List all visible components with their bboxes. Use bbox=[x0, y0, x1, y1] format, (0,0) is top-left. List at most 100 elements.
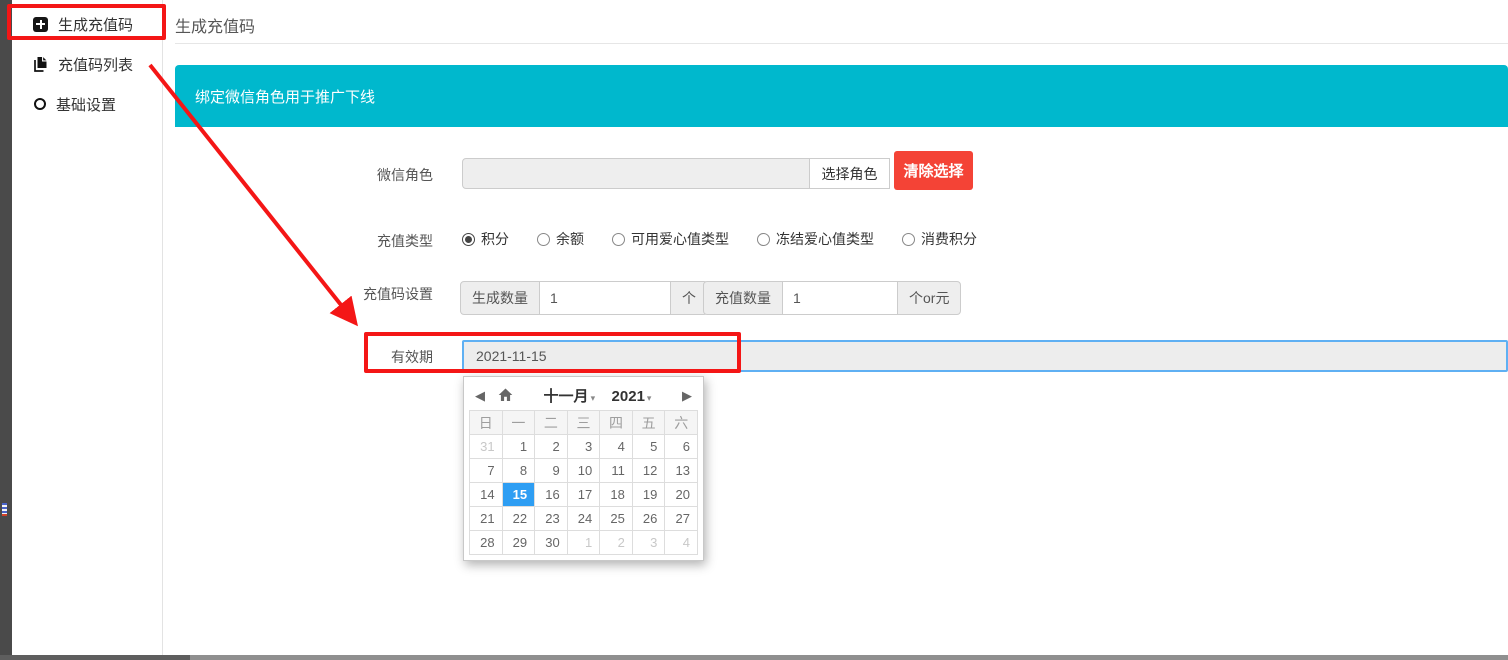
window-edge-strip bbox=[0, 0, 12, 660]
sidebar-item-label: 充值码列表 bbox=[58, 54, 133, 75]
calendar-day[interactable]: 22 bbox=[502, 507, 535, 531]
month-select[interactable]: 十一月 bbox=[544, 388, 589, 405]
calendar-day[interactable]: 10 bbox=[567, 459, 600, 483]
calendar-day[interactable]: 3 bbox=[567, 435, 600, 459]
radio-option-label: 积分 bbox=[481, 229, 509, 249]
panel-header: 绑定微信角色用于推广下线 bbox=[175, 65, 1508, 127]
sidebar-item-label: 基础设置 bbox=[56, 94, 116, 115]
calendar-day[interactable]: 20 bbox=[665, 483, 698, 507]
year-select[interactable]: 2021 bbox=[612, 388, 645, 405]
radio-icon[interactable] bbox=[757, 233, 770, 246]
calendar-week-row: 2829301234 bbox=[470, 531, 698, 555]
radio-icon[interactable] bbox=[902, 233, 915, 246]
wechat-role-label: 微信角色 bbox=[281, 165, 433, 185]
radio-checked-icon[interactable] bbox=[462, 233, 475, 246]
calendar-day[interactable]: 2 bbox=[600, 531, 633, 555]
prev-month-icon[interactable]: ◀ bbox=[475, 389, 485, 402]
calendar-day[interactable]: 2 bbox=[535, 435, 568, 459]
calendar-month-year: 十一月▾ 2021▾ bbox=[513, 385, 682, 406]
weekday-cell: 一 bbox=[502, 411, 535, 435]
calendar-day[interactable]: 4 bbox=[665, 531, 698, 555]
calendar-day[interactable]: 11 bbox=[600, 459, 633, 483]
weekday-cell: 六 bbox=[665, 411, 698, 435]
radio-option-points[interactable]: 积分 bbox=[462, 229, 509, 249]
generate-qty-group: 生成数量 个 bbox=[460, 281, 708, 315]
validity-date-input[interactable] bbox=[462, 340, 1508, 372]
calendar-day[interactable]: 21 bbox=[470, 507, 503, 531]
recharge-qty-input[interactable] bbox=[782, 281, 898, 315]
recharge-qty-addon-label: 充值数量 bbox=[703, 281, 783, 315]
sidebar-item-code-list[interactable]: 充值码列表 bbox=[12, 48, 162, 80]
calendar-day[interactable]: 16 bbox=[535, 483, 568, 507]
calendar-day[interactable]: 8 bbox=[502, 459, 535, 483]
sidebar: 生成充值码 充值码列表 基础设置 bbox=[12, 0, 163, 655]
calendar-day[interactable]: 31 bbox=[470, 435, 503, 459]
calendar-grid-body: 3112345678910111213141516171819202122232… bbox=[470, 435, 698, 555]
calendar-day[interactable]: 13 bbox=[665, 459, 698, 483]
radio-option-label: 冻结爱心值类型 bbox=[776, 229, 874, 249]
radio-icon[interactable] bbox=[537, 233, 550, 246]
chevron-down-icon[interactable]: ▾ bbox=[591, 393, 596, 403]
calendar-day[interactable]: 3 bbox=[632, 531, 665, 555]
calendar-weekday-row: 日一二三四五六 bbox=[470, 411, 698, 435]
radio-option-balance[interactable]: 余额 bbox=[537, 229, 584, 249]
calendar-day-selected[interactable]: 15 bbox=[502, 483, 535, 507]
code-settings-label: 充值码设置 bbox=[281, 284, 433, 304]
radio-option-label: 消费积分 bbox=[921, 229, 977, 249]
calendar-day[interactable]: 1 bbox=[502, 435, 535, 459]
panel-title: 绑定微信角色用于推广下线 bbox=[175, 86, 375, 107]
next-month-icon[interactable]: ▶ bbox=[682, 389, 692, 402]
calendar-day[interactable]: 7 bbox=[470, 459, 503, 483]
calendar-header: ◀ 十一月▾ 2021▾ ▶ bbox=[469, 382, 698, 410]
select-role-button[interactable]: 选择角色 bbox=[809, 158, 890, 189]
sidebar-item-label: 生成充值码 bbox=[58, 14, 133, 35]
clear-selection-button[interactable]: 清除选择 bbox=[894, 151, 973, 190]
calendar-week-row: 21222324252627 bbox=[470, 507, 698, 531]
radio-option-frozen-love-value[interactable]: 冻结爱心值类型 bbox=[757, 229, 874, 249]
chevron-down-icon[interactable]: ▾ bbox=[647, 393, 652, 403]
wechat-role-input[interactable] bbox=[462, 158, 810, 189]
generate-qty-input[interactable] bbox=[539, 281, 671, 315]
calendar-day[interactable]: 29 bbox=[502, 531, 535, 555]
calendar-day[interactable]: 27 bbox=[665, 507, 698, 531]
recharge-type-label: 充值类型 bbox=[281, 231, 433, 251]
edge-scroll-handle bbox=[2, 503, 7, 516]
date-picker-popup: ◀ 十一月▾ 2021▾ ▶ 日一二三四五六 31123456789101112… bbox=[463, 376, 704, 561]
sidebar-item-generate-code[interactable]: 生成充值码 bbox=[12, 8, 162, 40]
weekday-cell: 二 bbox=[535, 411, 568, 435]
calendar-day[interactable]: 14 bbox=[470, 483, 503, 507]
calendar-day[interactable]: 9 bbox=[535, 459, 568, 483]
calendar-day[interactable]: 12 bbox=[632, 459, 665, 483]
calendar-day[interactable]: 24 bbox=[567, 507, 600, 531]
weekday-cell: 日 bbox=[470, 411, 503, 435]
radio-option-label: 可用爱心值类型 bbox=[631, 229, 729, 249]
calendar-day[interactable]: 6 bbox=[665, 435, 698, 459]
calendar-day[interactable]: 25 bbox=[600, 507, 633, 531]
calendar-day[interactable]: 5 bbox=[632, 435, 665, 459]
calendar-week-row: 31123456 bbox=[470, 435, 698, 459]
calendar-day[interactable]: 23 bbox=[535, 507, 568, 531]
calendar-day[interactable]: 28 bbox=[470, 531, 503, 555]
copy-icon bbox=[33, 56, 48, 72]
calendar-day[interactable]: 17 bbox=[567, 483, 600, 507]
calendar-day[interactable]: 26 bbox=[632, 507, 665, 531]
calendar-day[interactable]: 1 bbox=[567, 531, 600, 555]
generate-qty-addon-label: 生成数量 bbox=[460, 281, 540, 315]
calendar-week-row: 78910111213 bbox=[470, 459, 698, 483]
radio-option-consume-points[interactable]: 消费积分 bbox=[902, 229, 977, 249]
radio-icon[interactable] bbox=[612, 233, 625, 246]
calendar-day[interactable]: 30 bbox=[535, 531, 568, 555]
window-bottom-edge bbox=[0, 655, 1508, 660]
sidebar-item-basic-settings[interactable]: 基础设置 bbox=[12, 88, 162, 120]
calendar-day[interactable]: 18 bbox=[600, 483, 633, 507]
weekday-cell: 三 bbox=[567, 411, 600, 435]
calendar-grid: 日一二三四五六 31123456789101112131415161718192… bbox=[469, 410, 698, 555]
calendar-day[interactable]: 19 bbox=[632, 483, 665, 507]
plus-square-icon bbox=[33, 17, 48, 32]
header-divider bbox=[175, 43, 1508, 44]
home-icon[interactable] bbox=[498, 388, 513, 402]
calendar-day[interactable]: 4 bbox=[600, 435, 633, 459]
radio-option-available-love-value[interactable]: 可用爱心值类型 bbox=[612, 229, 729, 249]
recharge-type-options: 积分 余额 可用爱心值类型 冻结爱心值类型 消费积分 bbox=[462, 229, 1005, 249]
recharge-qty-unit: 个or元 bbox=[897, 281, 961, 315]
